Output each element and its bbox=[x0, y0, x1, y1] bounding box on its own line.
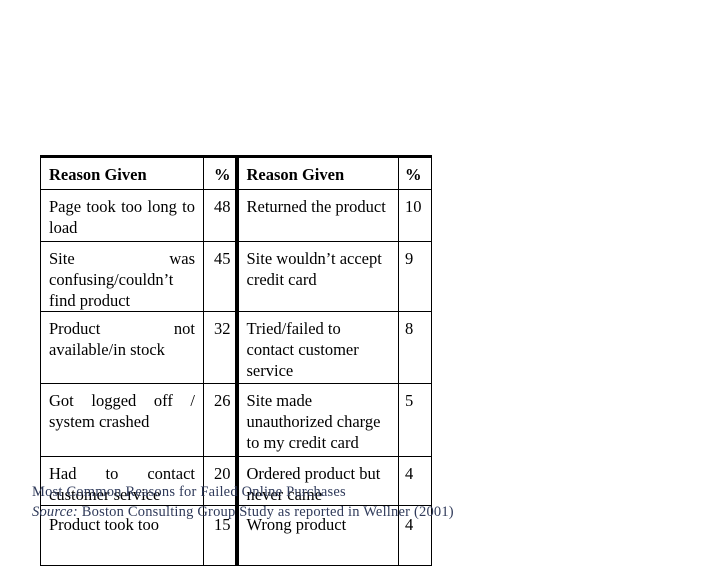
source-text: Boston Consulting Group Study as reporte… bbox=[77, 504, 454, 520]
pct-a: 45 bbox=[203, 241, 237, 312]
header-reason-a: Reason Given bbox=[40, 155, 204, 190]
pct-b: 10 bbox=[398, 189, 432, 242]
reason-a: Product not available/in stock bbox=[40, 311, 204, 384]
header-reason-b: Reason Given bbox=[234, 155, 399, 190]
header-pct-b: % bbox=[398, 155, 432, 190]
reason-b: Site wouldn’t accept credit card bbox=[234, 241, 399, 312]
table-row: Got logged off / system crashed 26 Site … bbox=[40, 383, 432, 457]
table-row: Product not available/in stock 32 Tried/… bbox=[40, 311, 432, 384]
table-row: Page took too long to load 48 Returned t… bbox=[40, 189, 432, 242]
reason-b: Tried/failed to contact customer service bbox=[234, 311, 399, 384]
reason-a: Site was confusing/couldn’t find product bbox=[40, 241, 204, 312]
pct-b: 5 bbox=[398, 383, 432, 457]
table-row: Site was confusing/couldn’t find product… bbox=[40, 241, 432, 312]
pct-b: 4 bbox=[398, 456, 432, 506]
pct-a: 48 bbox=[203, 189, 237, 242]
table-header-row: Reason Given % Reason Given % bbox=[40, 155, 432, 190]
reason-b: Returned the product bbox=[234, 189, 399, 242]
source-label: Source: bbox=[32, 504, 78, 520]
source-note: Source: Boston Consulting Group Study as… bbox=[32, 504, 454, 521]
pct-a: 32 bbox=[203, 311, 237, 384]
pct-b: 8 bbox=[398, 311, 432, 384]
pct-b: 9 bbox=[398, 241, 432, 312]
header-pct-a: % bbox=[203, 155, 237, 190]
pct-a: 26 bbox=[203, 383, 237, 457]
reason-b: Site made unauthorized charge to my cred… bbox=[234, 383, 399, 457]
reason-a: Page took too long to load bbox=[40, 189, 204, 242]
table-caption: Most Common Reasons for Failed Online Pu… bbox=[32, 484, 346, 500]
reason-a: Got logged off / system crashed bbox=[40, 383, 204, 457]
